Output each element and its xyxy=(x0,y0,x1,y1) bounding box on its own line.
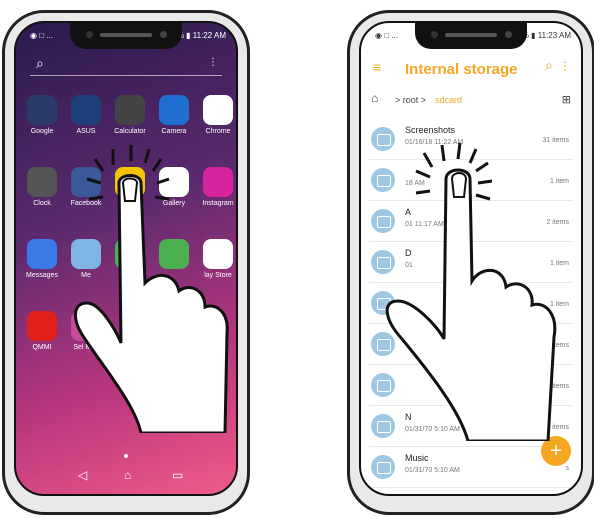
folder-icon xyxy=(371,455,395,479)
breadcrumb: ⌂ > root > sdcard ⊞ xyxy=(371,91,571,113)
app-label: Google xyxy=(30,128,54,135)
clock-icon xyxy=(27,167,57,197)
phone-frame-right: ◉ □ ... 85% ▮ 11:23 AM ≡ Internal storag… xyxy=(347,10,594,515)
phone-frame-left: ◉ □ ... 85% ▮ 11:22 AM ⌕ ⋮ Google ASUS Cal… xyxy=(2,10,250,515)
row-name: Music xyxy=(405,453,429,463)
home-icon[interactable]: ⌂ xyxy=(371,91,378,105)
breadcrumb-current[interactable]: sdcard xyxy=(435,95,462,105)
row-name: Screenshots xyxy=(405,125,456,135)
app-calculator[interactable]: Calculator xyxy=(108,95,152,135)
page-indicator xyxy=(124,454,128,458)
notch xyxy=(70,23,182,49)
app-clock[interactable]: Clock xyxy=(20,167,64,207)
breadcrumb-root[interactable]: > root > xyxy=(395,95,426,105)
app-label: ASUS xyxy=(76,128,96,135)
page-title: Internal storage xyxy=(405,61,518,78)
search-icon: ⌕ xyxy=(36,55,44,71)
camera-icon xyxy=(159,95,189,125)
grid-view-icon[interactable]: ⊞ xyxy=(562,93,571,106)
app-label: Messages xyxy=(26,272,58,279)
app-label: Calculator xyxy=(114,128,146,135)
notch xyxy=(415,23,527,49)
home-icon[interactable]: ⌂ xyxy=(124,468,131,482)
app-label: Chrome xyxy=(205,128,231,135)
list-item[interactable]: Movies xyxy=(369,488,573,496)
app-label: QMMI xyxy=(32,344,52,351)
asus-folder-icon xyxy=(71,95,101,125)
status-icons: ◉ □ ... xyxy=(375,31,398,40)
messages-icon xyxy=(27,239,57,269)
tap-hand-icon xyxy=(385,142,557,441)
app-qmmi[interactable]: QMMI xyxy=(20,311,64,351)
qmmi-icon xyxy=(27,311,57,341)
row-count: s xyxy=(565,465,570,472)
tap-hand-icon xyxy=(74,145,229,433)
calculator-icon xyxy=(115,95,145,125)
chrome-icon xyxy=(203,95,233,125)
app-label: Camera xyxy=(161,128,187,135)
more-icon[interactable]: ⋮ xyxy=(559,59,571,73)
back-icon[interactable]: ◁ xyxy=(78,468,87,482)
toolbar: ≡ Internal storage ⌕ ⋮ xyxy=(361,51,581,87)
more-icon[interactable]: ⋮ xyxy=(208,57,218,68)
menu-icon[interactable]: ≡ xyxy=(373,59,381,75)
google-folder-icon xyxy=(27,95,57,125)
app-google-folder[interactable]: Google xyxy=(20,95,64,135)
app-label: Clock xyxy=(33,200,51,207)
home-search-bar[interactable]: ⌕ ⋮ xyxy=(30,53,222,76)
app-chrome[interactable]: Chrome xyxy=(196,95,236,135)
status-icons: ◉ □ ... xyxy=(30,31,53,40)
row-name: Movies xyxy=(405,494,434,496)
search-icon[interactable]: ⌕ xyxy=(545,57,553,74)
app-asus-folder[interactable]: ASUS xyxy=(64,95,108,135)
app-messages[interactable]: Messages xyxy=(20,239,64,279)
nav-bar: ◁ ⌂ ▭ xyxy=(16,466,236,486)
recents-icon[interactable]: ▭ xyxy=(172,468,183,482)
app-camera[interactable]: Camera xyxy=(152,95,196,135)
row-date: 01/31/70 5:10 AM xyxy=(405,467,460,474)
